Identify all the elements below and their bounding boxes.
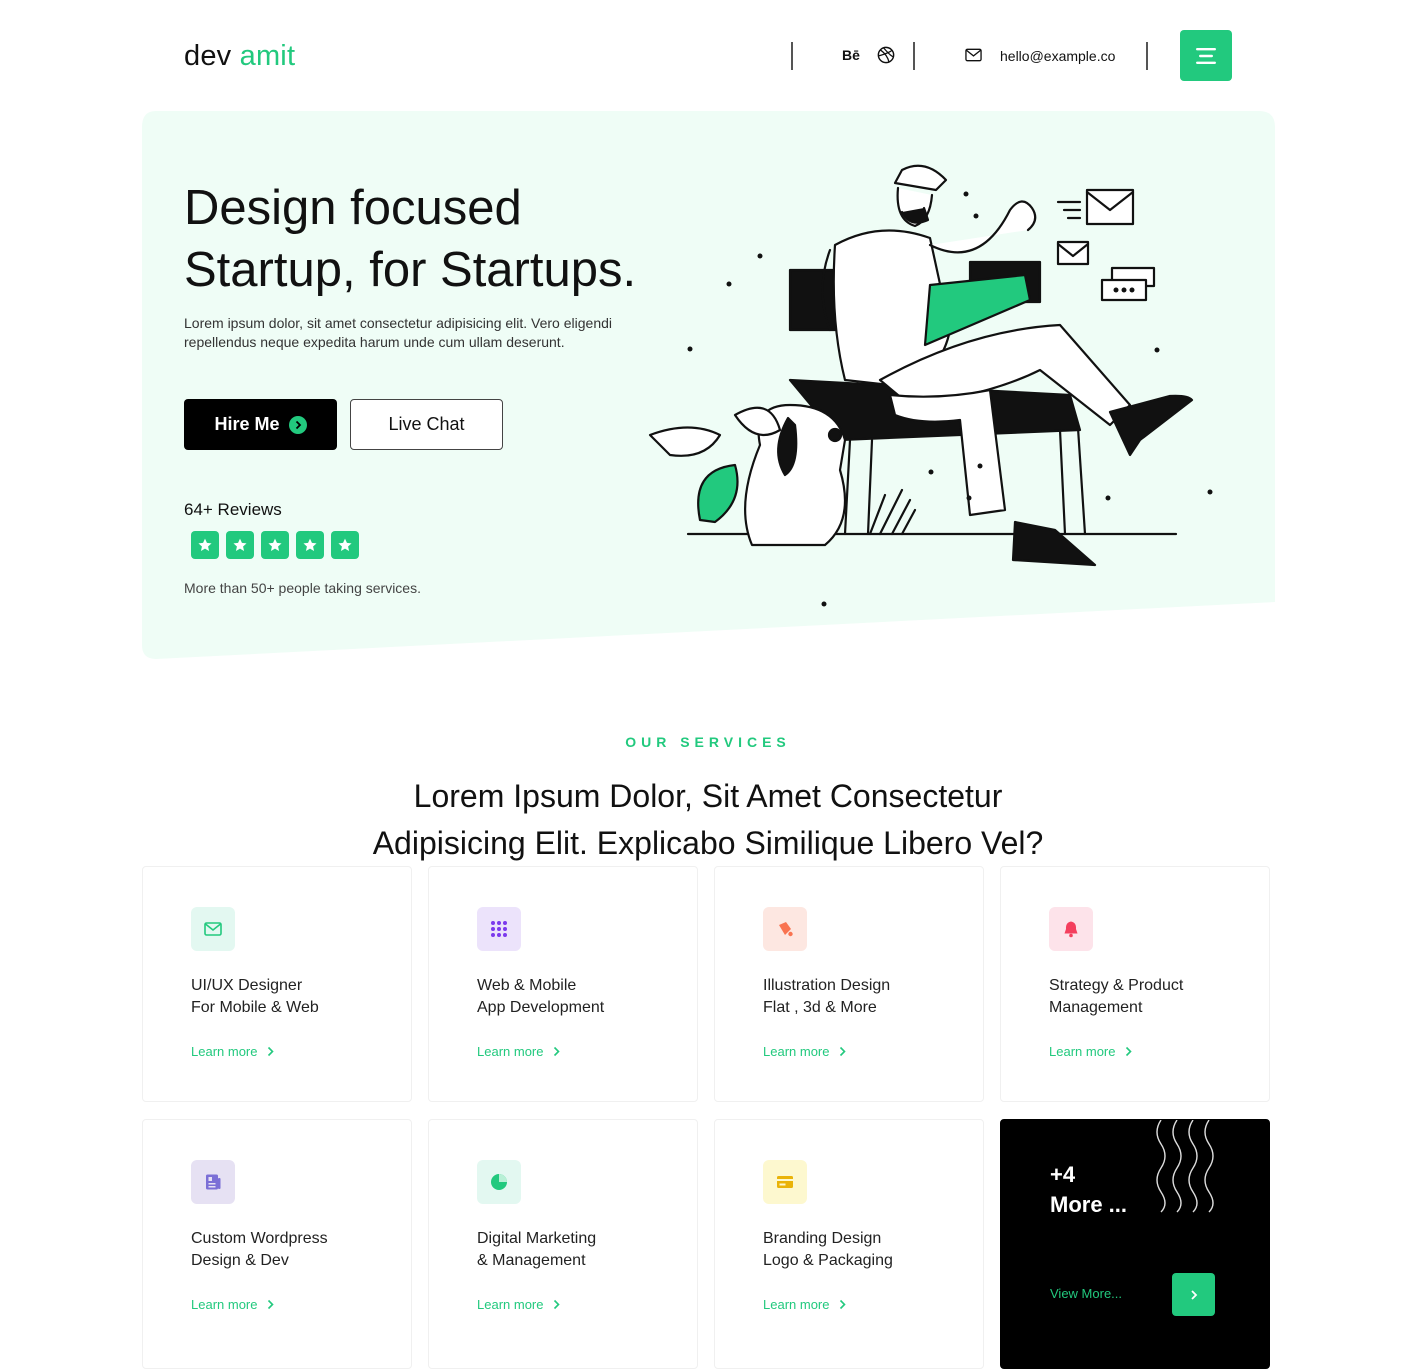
learn-more-label: Learn more [191,1297,258,1312]
service-card[interactable]: Branding Design Logo & Packaging Learn m… [714,1119,984,1369]
hero-title: Design focused Startup, for Startups. [184,181,637,297]
learn-more-label: Learn more [1049,1044,1116,1059]
service-card[interactable]: Web & Mobile App Development Learn more [428,866,698,1102]
arrow-right-circle-icon [288,415,307,434]
view-more-link[interactable]: View More... [1050,1286,1122,1301]
hero-description: Lorem ipsum dolor, sit amet consectetur … [184,315,612,350]
learn-more-link[interactable]: Learn more [1049,1044,1133,1059]
service-title: Digital Marketing & Management [477,1230,597,1269]
learn-more-link[interactable]: Learn more [191,1044,275,1059]
pie-chart-icon [477,1160,521,1204]
card-icon [763,1160,807,1204]
mail-icon [191,907,235,951]
star-icon [226,531,254,559]
service-card[interactable]: Digital Marketing & Management Learn mor… [428,1119,698,1369]
live-chat-button[interactable]: Live Chat [350,399,503,450]
service-title: Strategy & Product Management [1049,977,1184,1016]
service-title: Illustration Design Flat , 3d & More [763,977,891,1016]
learn-more-link[interactable]: Learn more [191,1297,275,1312]
learn-more-label: Learn more [477,1297,544,1312]
learn-more-link[interactable]: Learn more [763,1044,847,1059]
chevron-right-icon [554,1046,561,1057]
service-title: Custom Wordpress Design & Dev [191,1230,328,1269]
view-more-button[interactable] [1172,1273,1215,1316]
chevron-right-icon [1126,1046,1133,1057]
section-kicker: OUR SERVICES [625,734,791,750]
learn-more-label: Learn more [763,1297,830,1312]
chevron-right-icon [268,1046,275,1057]
learn-more-label: Learn more [191,1044,258,1059]
service-title: UI/UX Designer For Mobile & Web [191,977,319,1016]
section-title: Lorem Ipsum Dolor, Sit Amet Consectetur … [372,778,1044,861]
hire-me-button[interactable]: Hire Me [184,399,337,450]
bell-icon [1049,907,1093,951]
star-icon [331,531,359,559]
service-card[interactable]: Strategy & Product Management Learn more [1000,866,1270,1102]
hero-illustration [648,164,1213,607]
grid-dots-icon [477,907,521,951]
chevron-right-icon [554,1299,561,1310]
more-services-card[interactable]: +4 More ... View More... [1000,1119,1270,1369]
star-icon [191,531,219,559]
service-card[interactable]: UI/UX Designer For Mobile & Web Learn mo… [142,866,412,1102]
chevron-right-icon [840,1299,847,1310]
learn-more-link[interactable]: Learn more [477,1297,561,1312]
rating-stars [191,531,359,559]
wave-decoration [1156,1120,1214,1213]
service-card[interactable]: Illustration Design Flat , 3d & More Lea… [714,866,984,1102]
learn-more-link[interactable]: Learn more [477,1044,561,1059]
service-title: Branding Design Logo & Packaging [763,1230,893,1269]
service-card[interactable]: Custom Wordpress Design & Dev Learn more [142,1119,412,1369]
chevron-right-icon [1190,1289,1197,1300]
chevron-right-icon [840,1046,847,1057]
service-title: Web & Mobile App Development [477,977,605,1016]
learn-more-label: Learn more [477,1044,544,1059]
live-chat-label: Live Chat [388,414,465,434]
document-icon [191,1160,235,1204]
more-count: +4 More ... [1050,1162,1128,1217]
hire-me-label: Hire Me [214,414,280,434]
customers-note: More than 50+ people taking services. [184,580,421,596]
learn-more-label: Learn more [763,1044,830,1059]
star-icon [296,531,324,559]
star-icon [261,531,289,559]
chevron-right-icon [268,1299,275,1310]
reviews-count: 64+ Reviews [184,500,282,519]
paint-icon [763,907,807,951]
learn-more-link[interactable]: Learn more [763,1297,847,1312]
